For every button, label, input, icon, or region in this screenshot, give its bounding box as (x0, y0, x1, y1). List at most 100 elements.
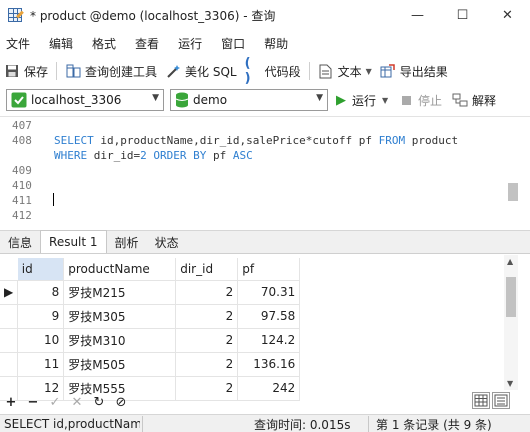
result-tabs: 信息 Result 1 剖析 状态 (0, 230, 530, 254)
cell-productname[interactable]: 罗技M505 (63, 352, 177, 377)
grid-toolbar: + − ✓ ✕ ↻ ⊘ (0, 392, 530, 412)
text-cursor (53, 193, 54, 206)
menu-edit[interactable]: 编辑 (43, 35, 86, 52)
stop-label: 停止 (418, 93, 443, 108)
apply-changes-icon[interactable]: ✓ (44, 393, 66, 411)
window-controls: — ☐ ✕ (395, 0, 530, 30)
cell-pf[interactable]: 70.31 (237, 280, 301, 305)
delete-record-icon[interactable]: − (22, 393, 44, 411)
cell-dir-id[interactable]: 2 (175, 304, 239, 329)
explain-button[interactable]: 解释 (452, 90, 496, 110)
sql-line-2: WHERE dir_id=2 ORDER BY pf ASC (54, 149, 253, 162)
menu-run[interactable]: 运行 (172, 35, 215, 52)
database-icon (175, 92, 189, 108)
beautify-sql-label: 美化 SQL (185, 64, 237, 79)
row-marker[interactable] (0, 352, 19, 377)
line-number: 407 (12, 119, 32, 132)
status-bar: SELECT id,productName 查询时间: 0.015s 第 1 条… (0, 414, 530, 432)
close-button[interactable]: ✕ (485, 0, 530, 30)
table-row[interactable]: 11 罗技M505 2 136.16 (0, 352, 301, 377)
line-number: 412 (12, 209, 32, 222)
row-marker-header (0, 258, 18, 281)
save-button[interactable]: 保存 (0, 59, 52, 83)
table-row[interactable]: 10 罗技M310 2 124.2 (0, 328, 301, 353)
menu-window[interactable]: 窗口 (215, 35, 258, 52)
export-icon (380, 63, 396, 79)
sql-editor[interactable]: 407 408 409 410 411 412 SELECT id,produc… (0, 116, 530, 228)
cell-dir-id[interactable]: 2 (175, 328, 239, 353)
cell-dir-id[interactable]: 2 (175, 280, 239, 305)
scrollbar-thumb[interactable] (506, 277, 516, 317)
menu-help[interactable]: 帮助 (258, 35, 301, 52)
export-results-button[interactable]: 导出结果 (376, 59, 452, 83)
result-rows: ▶ 8 罗技M215 2 70.31 9 罗技M305 2 97.58 10 罗技M310 2 124.… (0, 280, 301, 401)
cell-id[interactable]: 8 (17, 280, 65, 305)
query-table-icon (8, 7, 24, 23)
row-marker[interactable] (0, 328, 19, 353)
chevron-down-icon: ▼ (152, 93, 159, 103)
discard-changes-icon[interactable]: ✕ (66, 393, 88, 411)
stop-icon[interactable]: ⊘ (110, 393, 132, 411)
line-number: 408 (12, 134, 32, 147)
table-row[interactable]: ▶ 8 罗技M215 2 70.31 (0, 280, 301, 305)
explain-icon (452, 93, 468, 107)
cell-id[interactable]: 11 (17, 352, 65, 377)
form-view-icon[interactable] (492, 392, 510, 409)
query-builder-icon (65, 63, 81, 79)
connection-select[interactable]: localhost_3306 ▼ (6, 89, 164, 111)
refresh-icon[interactable]: ↻ (88, 393, 110, 411)
row-marker[interactable] (0, 304, 19, 329)
cell-productname[interactable]: 罗技M305 (63, 304, 177, 329)
column-header-pf[interactable]: pf (237, 258, 301, 281)
tab-status[interactable]: 状态 (147, 231, 187, 253)
minimize-button[interactable]: — (395, 0, 440, 30)
column-header-productname[interactable]: productName (63, 258, 177, 281)
menu-format[interactable]: 格式 (86, 35, 129, 52)
menu-view[interactable]: 查看 (129, 35, 172, 52)
status-query-time: 查询时间: 0.015s (254, 417, 351, 432)
scroll-up-icon[interactable]: ▲ (507, 257, 513, 266)
grid-view-icon[interactable] (472, 392, 490, 409)
tab-info[interactable]: 信息 (0, 231, 40, 253)
scrollbar-thumb[interactable] (508, 183, 518, 201)
status-divider (368, 416, 369, 432)
add-record-icon[interactable]: + (0, 393, 22, 411)
beautify-sql-button[interactable]: 美化 SQL (161, 59, 241, 83)
tab-result-1[interactable]: Result 1 (40, 230, 107, 253)
column-header-dir-id[interactable]: dir_id (175, 258, 239, 281)
database-select[interactable]: demo ▼ (170, 89, 328, 111)
save-label: 保存 (24, 64, 49, 79)
tab-profile[interactable]: 剖析 (107, 231, 147, 253)
cell-id[interactable]: 9 (17, 304, 65, 329)
editor-scrollbar[interactable] (506, 117, 518, 229)
title-bar: * product @demo (localhost_3306) - 查询 — … (0, 0, 530, 30)
chevron-down-icon: ▼ (382, 95, 389, 105)
export-results-label: 导出结果 (399, 64, 448, 79)
cell-pf[interactable]: 136.16 (237, 352, 301, 377)
cell-pf[interactable]: 124.2 (237, 328, 301, 353)
stop-icon (402, 95, 411, 105)
cell-productname[interactable]: 罗技M310 (63, 328, 177, 353)
current-row-marker-icon[interactable]: ▶ (0, 280, 19, 305)
grid-scrollbar[interactable]: ▲ ▼ (504, 255, 518, 390)
run-button[interactable]: ▶ 运行 ▼ (336, 90, 388, 110)
cell-id[interactable]: 10 (17, 328, 65, 353)
cell-productname[interactable]: 罗技M215 (63, 280, 177, 305)
cell-pf[interactable]: 97.58 (237, 304, 301, 329)
database-name: demo (193, 93, 228, 107)
stop-button[interactable]: 停止 (402, 90, 442, 110)
menu-file[interactable]: 文件 (0, 35, 43, 52)
table-row[interactable]: 9 罗技M305 2 97.58 (0, 304, 301, 329)
result-table: id productName dir_id pf ▶ 8 罗技M215 2 70.31 9… (0, 258, 301, 401)
connection-icon (11, 92, 27, 108)
cell-dir-id[interactable]: 2 (175, 352, 239, 377)
scroll-down-icon[interactable]: ▼ (507, 379, 513, 388)
text-button[interactable]: 文本 ▼ (314, 59, 376, 83)
column-header-id[interactable]: id (17, 258, 65, 281)
query-builder-button[interactable]: 查询创建工具 (61, 59, 161, 83)
maximize-button[interactable]: ☐ (440, 0, 485, 30)
save-icon (4, 63, 20, 79)
document-icon (318, 63, 334, 79)
code-snippet-button[interactable]: ( ) 代码段 (241, 56, 305, 86)
text-label: 文本 (337, 64, 362, 79)
